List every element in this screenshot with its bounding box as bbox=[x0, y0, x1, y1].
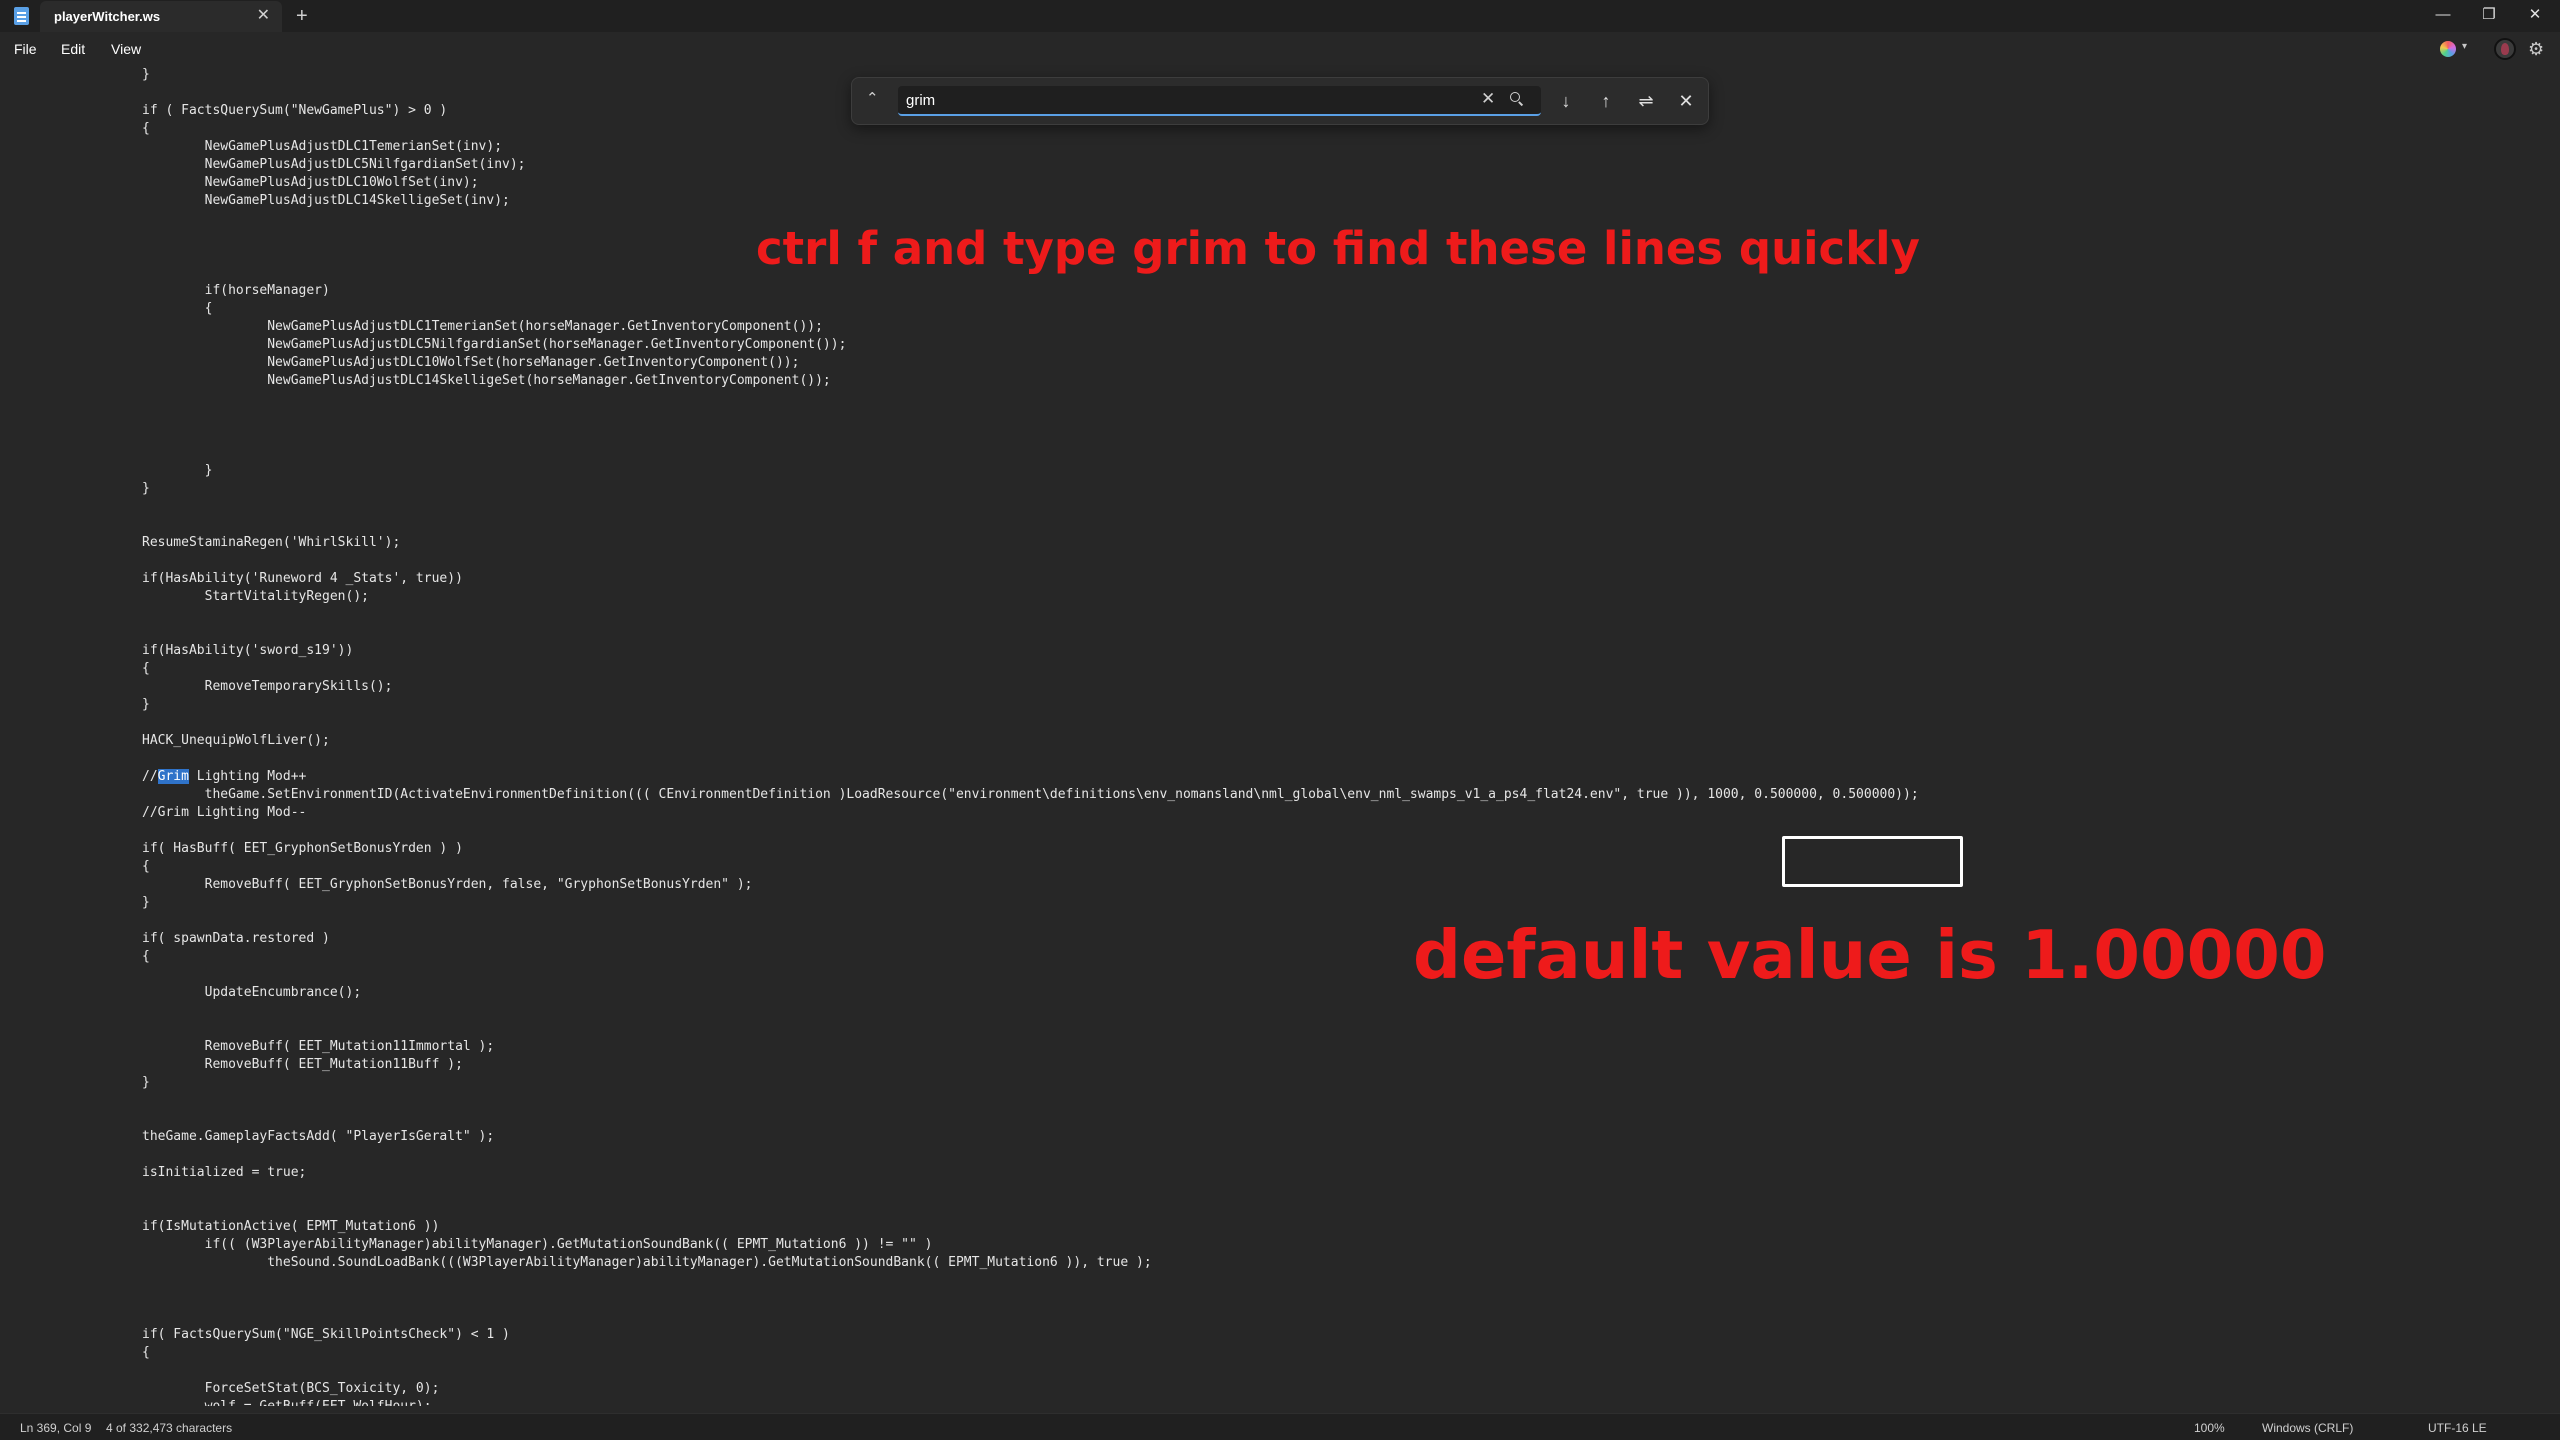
code-line[interactable]: if( HasBuff( EET_GryphonSetBonusYrden ) … bbox=[142, 840, 463, 858]
code-line[interactable]: ResumeStaminaRegen('WhirlSkill'); bbox=[142, 534, 400, 552]
code-line[interactable]: { bbox=[142, 120, 150, 138]
code-line[interactable]: //Grim Lighting Mod-- bbox=[142, 804, 306, 822]
chevron-down-icon[interactable]: ▾ bbox=[2462, 41, 2467, 52]
code-line[interactable]: if(HasAbility('sword_s19')) bbox=[142, 642, 353, 660]
minimize-button[interactable]: — bbox=[2420, 0, 2466, 32]
code-line[interactable]: } bbox=[142, 66, 150, 84]
code-line[interactable]: NewGamePlusAdjustDLC1TemerianSet(horseMa… bbox=[142, 318, 823, 336]
code-line[interactable]: isInitialized = true; bbox=[142, 1164, 306, 1182]
code-line[interactable]: NewGamePlusAdjustDLC10WolfSet(inv); bbox=[142, 174, 479, 192]
code-line[interactable]: if(IsMutationActive( EPMT_Mutation6 )) bbox=[142, 1218, 439, 1236]
code-line[interactable]: } bbox=[142, 894, 150, 912]
code-line[interactable]: //Grim Lighting Mod++ bbox=[142, 768, 306, 786]
notepad-icon bbox=[14, 7, 29, 25]
code-line[interactable]: } bbox=[142, 480, 150, 498]
code-line[interactable]: StartVitalityRegen(); bbox=[142, 588, 369, 606]
menu-file[interactable]: File bbox=[14, 41, 37, 57]
code-line[interactable]: theGame.SetEnvironmentID(ActivateEnviron… bbox=[142, 786, 1919, 804]
code-line[interactable]: theGame.GameplayFactsAdd( "PlayerIsGeral… bbox=[142, 1128, 494, 1146]
encoding[interactable]: UTF-16 LE bbox=[2428, 1421, 2487, 1435]
code-line[interactable]: NewGamePlusAdjustDLC14SkelligeSet(inv); bbox=[142, 192, 510, 210]
code-line[interactable]: { bbox=[142, 858, 150, 876]
menu-bar: File Edit View ▾ ⚙ bbox=[0, 32, 2560, 66]
code-line[interactable]: { bbox=[142, 948, 150, 966]
menu-edit[interactable]: Edit bbox=[61, 41, 85, 57]
menu-view[interactable]: View bbox=[111, 41, 141, 57]
toggle-replace-icon[interactable]: ⌃ bbox=[866, 89, 879, 107]
code-line[interactable]: } bbox=[142, 462, 213, 480]
code-line[interactable]: if( FactsQuerySum("NGE_SkillPointsCheck"… bbox=[142, 1326, 510, 1344]
code-line[interactable]: { bbox=[142, 660, 150, 678]
code-line[interactable]: } bbox=[142, 696, 150, 714]
annotation-ctrl-f: ctrl f and type grim to find these lines… bbox=[756, 222, 1920, 275]
tab-title: playerWitcher.ws bbox=[54, 9, 161, 24]
annotation-default-value: default value is 1.00000 bbox=[1413, 916, 2327, 994]
character-count: 4 of 332,473 characters bbox=[106, 1421, 233, 1435]
code-line[interactable]: NewGamePlusAdjustDLC5NilfgardianSet(inv)… bbox=[142, 156, 526, 174]
code-line[interactable]: theSound.SoundLoadBank(((W3PlayerAbility… bbox=[142, 1254, 1151, 1272]
code-line[interactable]: RemoveBuff( EET_Mutation11Buff ); bbox=[142, 1056, 463, 1074]
gear-icon[interactable]: ⚙ bbox=[2528, 39, 2544, 59]
search-options-icon[interactable]: ⇌ bbox=[1632, 87, 1660, 115]
code-line[interactable]: RemoveBuff( EET_Mutation11Immortal ); bbox=[142, 1038, 495, 1056]
copilot-icon[interactable] bbox=[2440, 41, 2456, 57]
code-line[interactable]: NewGamePlusAdjustDLC1TemerianSet(inv); bbox=[142, 138, 502, 156]
search-match: Grim bbox=[157, 769, 189, 784]
code-line[interactable]: HACK_UnequipWolfLiver(); bbox=[142, 732, 330, 750]
code-line[interactable]: RemoveTemporarySkills(); bbox=[142, 678, 393, 696]
code-line[interactable]: if(horseManager) bbox=[142, 282, 330, 300]
code-line[interactable]: if(HasAbility('Runeword 4 _Stats', true)… bbox=[142, 570, 463, 588]
find-next-button[interactable]: ↓ bbox=[1552, 87, 1580, 115]
code-line[interactable]: } bbox=[142, 1074, 150, 1092]
find-input[interactable] bbox=[906, 86, 1466, 114]
find-field: ✕ bbox=[898, 86, 1541, 116]
code-line[interactable]: if ( FactsQuerySum("NewGamePlus") > 0 ) bbox=[142, 102, 447, 120]
search-icon[interactable] bbox=[1508, 90, 1522, 104]
code-line[interactable]: if( spawnData.restored ) bbox=[142, 930, 330, 948]
profile-avatar-icon[interactable] bbox=[2494, 38, 2516, 60]
tab-close-icon[interactable]: ✕ bbox=[257, 6, 270, 26]
clear-icon[interactable]: ✕ bbox=[1481, 89, 1495, 109]
text-editor[interactable]: } if ( FactsQuerySum("NewGamePlus") > 0 )… bbox=[0, 66, 2560, 1406]
code-line[interactable]: ForceSetStat(BCS_Toxicity, 0); bbox=[142, 1380, 440, 1398]
line-ending[interactable]: Windows (CRLF) bbox=[2262, 1421, 2353, 1435]
restore-button[interactable]: ❐ bbox=[2466, 0, 2512, 32]
highlight-box bbox=[1782, 836, 1963, 887]
code-line[interactable]: { bbox=[142, 300, 213, 318]
close-find-button[interactable]: ✕ bbox=[1672, 87, 1700, 115]
code-line[interactable]: NewGamePlusAdjustDLC14SkelligeSet(horseM… bbox=[142, 372, 831, 390]
code-line[interactable]: if(( (W3PlayerAbilityManager)abilityMana… bbox=[142, 1236, 933, 1254]
zoom-level[interactable]: 100% bbox=[2194, 1421, 2225, 1435]
code-line[interactable]: NewGamePlusAdjustDLC5NilfgardianSet(hors… bbox=[142, 336, 846, 354]
close-window-button[interactable]: ✕ bbox=[2512, 0, 2558, 32]
code-line[interactable]: RemoveBuff( EET_GryphonSetBonusYrden, fa… bbox=[142, 876, 753, 894]
find-panel: ⌃ ✕ ↓ ↑ ⇌ ✕ bbox=[851, 77, 1709, 125]
code-line[interactable]: wolf = GetBuff(EET_WolfHour); bbox=[142, 1398, 432, 1406]
cursor-position: Ln 369, Col 9 bbox=[20, 1421, 92, 1435]
tab-playerwitcher[interactable]: playerWitcher.ws ✕ bbox=[40, 1, 282, 32]
title-bar: playerWitcher.ws ✕ + — ❐ ✕ bbox=[0, 0, 2560, 32]
code-line[interactable]: UpdateEncumbrance(); bbox=[142, 984, 362, 1002]
find-previous-button[interactable]: ↑ bbox=[1592, 87, 1620, 115]
code-line[interactable]: { bbox=[142, 1344, 150, 1362]
code-line[interactable]: NewGamePlusAdjustDLC10WolfSet(horseManag… bbox=[142, 354, 799, 372]
new-tab-button[interactable]: + bbox=[296, 2, 308, 30]
status-bar: Ln 369, Col 9 4 of 332,473 characters 10… bbox=[0, 1413, 2560, 1440]
